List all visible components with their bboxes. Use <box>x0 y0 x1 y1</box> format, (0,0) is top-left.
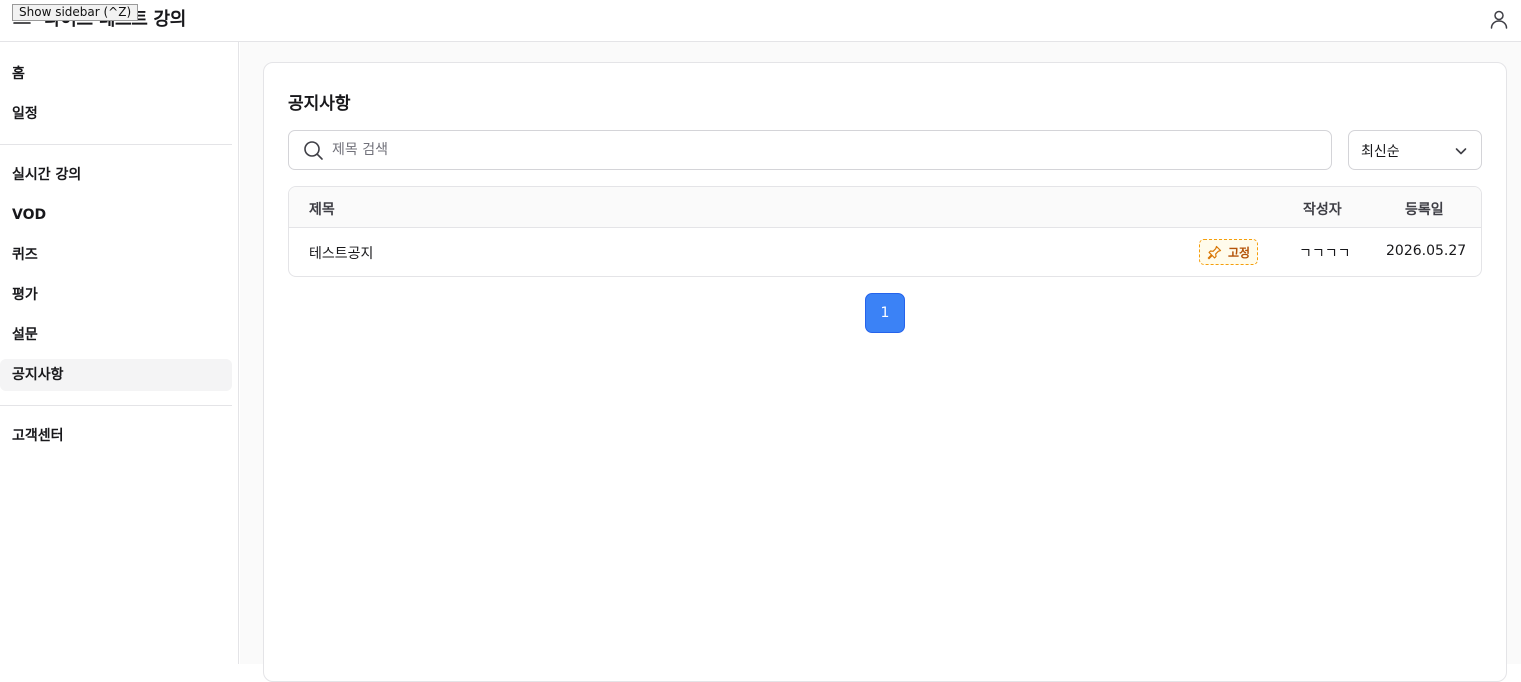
main-content: 공지사항 최신순 제목 작성자 등록일 테스트공지 <box>240 42 1521 682</box>
sort-selected-value: 최신순 <box>1361 144 1400 160</box>
search-icon <box>303 140 324 161</box>
pinned-label: 고정 <box>1228 246 1251 260</box>
row-title[interactable]: 테스트공지 <box>309 243 373 263</box>
sidebar-item-survey[interactable]: 설문 <box>0 319 232 351</box>
show-sidebar-tooltip: Show sidebar (^Z) <box>12 4 139 21</box>
search-input[interactable] <box>332 139 1312 161</box>
header-title[interactable]: 제목 <box>309 199 335 219</box>
chevron-down-icon <box>1453 143 1469 159</box>
sidebar: 홈 일정 실시간 강의 VOD 퀴즈 평가 설문 공지사항 고객센터 <box>0 42 239 664</box>
sidebar-item-live-lecture[interactable]: 실시간 강의 <box>0 159 232 191</box>
sidebar-item-notices[interactable]: 공지사항 <box>0 359 232 391</box>
user-icon[interactable] <box>1488 8 1510 30</box>
sidebar-item-schedule[interactable]: 일정 <box>0 98 232 130</box>
notices-card: 공지사항 최신순 제목 작성자 등록일 테스트공지 <box>263 62 1507 682</box>
sidebar-item-evaluation[interactable]: 평가 <box>0 279 232 311</box>
sidebar-item-vod[interactable]: VOD <box>0 199 232 231</box>
header-author[interactable]: 작성자 <box>1303 199 1342 219</box>
sidebar-divider <box>0 144 232 145</box>
search-box[interactable] <box>288 130 1332 170</box>
sidebar-item-support[interactable]: 고객센터 <box>0 420 232 452</box>
sidebar-item-home[interactable]: 홈 <box>0 58 232 90</box>
page-title: 공지사항 <box>288 94 351 114</box>
top-bar: 라이브 테스트 강의 Show sidebar (^Z) <box>0 0 1521 42</box>
header-date[interactable]: 등록일 <box>1405 199 1444 219</box>
pagination-page-1[interactable]: 1 <box>865 293 905 333</box>
pinned-badge: 고정 <box>1199 239 1258 265</box>
notices-table: 제목 작성자 등록일 테스트공지 고정 ㄱㄱㄱㄱ 2026.05.27 <box>288 186 1482 277</box>
row-author: ㄱㄱㄱㄱ <box>1299 246 1351 262</box>
table-row[interactable]: 테스트공지 고정 ㄱㄱㄱㄱ 2026.05.27 <box>289 228 1481 276</box>
pin-icon <box>1207 245 1222 260</box>
sidebar-divider <box>0 405 232 406</box>
sort-select[interactable]: 최신순 <box>1348 130 1482 170</box>
row-date: 2026.05.27 <box>1386 243 1467 259</box>
table-header: 제목 작성자 등록일 <box>289 187 1481 228</box>
sidebar-item-quiz[interactable]: 퀴즈 <box>0 239 232 271</box>
